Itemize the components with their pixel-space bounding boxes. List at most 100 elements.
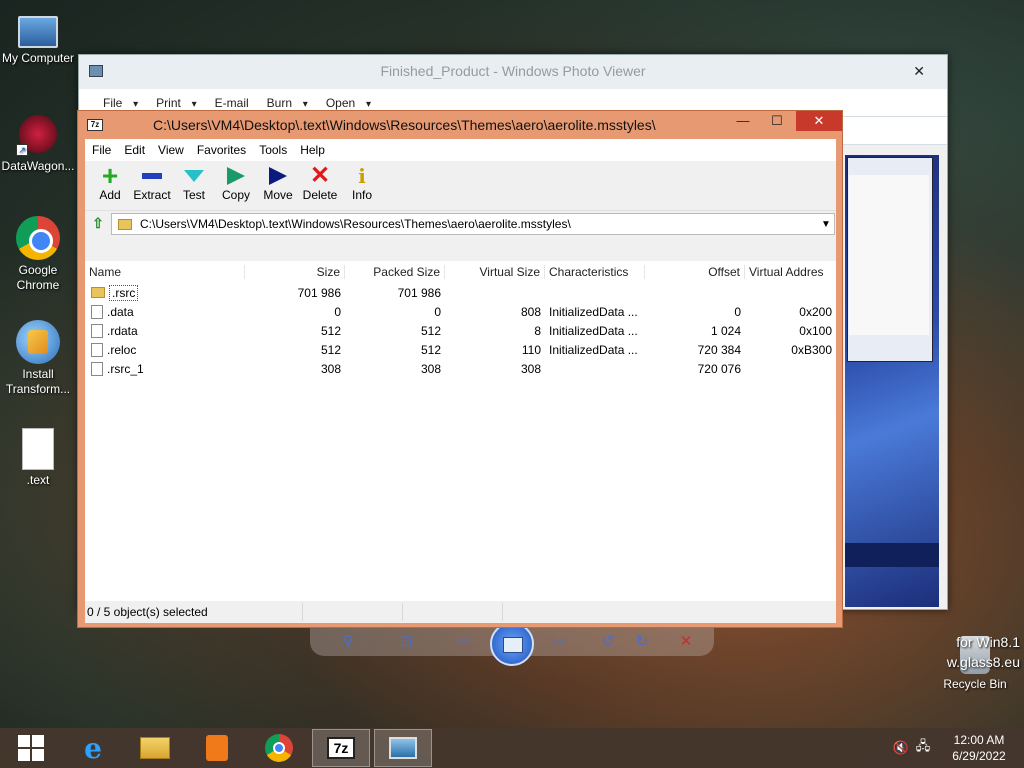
column-header-characteristics[interactable]: Characteristics xyxy=(545,264,645,279)
zoom-icon[interactable]: ⚲ xyxy=(338,632,358,652)
desktop-icon-label: Install Transform... xyxy=(5,367,71,396)
column-header-name[interactable]: Name xyxy=(85,264,245,279)
chevron-down-icon[interactable]: ▼ xyxy=(818,219,834,230)
slideshow-button[interactable] xyxy=(490,622,534,666)
close-icon[interactable]: ✕ xyxy=(913,55,925,87)
desktop-icon-install-transform[interactable]: Install Transform... xyxy=(0,320,76,397)
row-size: 512 xyxy=(320,342,341,357)
taskbar-media-player[interactable] xyxy=(186,728,248,768)
move-label: Move xyxy=(263,188,293,202)
menu-open[interactable]: Open xyxy=(326,96,371,110)
file-icon xyxy=(91,304,103,319)
chrome-icon xyxy=(16,216,60,260)
copy-button[interactable]: Copy xyxy=(215,161,257,210)
photo-viewer-titlebar[interactable]: Finished_Product - Windows Photo Viewer … xyxy=(79,55,947,89)
table-row[interactable]: .reloc 512 512 110 InitializedData ... 7… xyxy=(85,340,836,359)
info-button[interactable]: i Info xyxy=(341,161,383,210)
maximize-icon[interactable]: ☐ xyxy=(760,111,794,131)
row-offset: 1 024 xyxy=(710,323,741,338)
extract-button[interactable]: Extract xyxy=(131,161,173,210)
row-characteristics: InitializedData ... xyxy=(549,304,638,319)
status-section xyxy=(403,603,503,621)
menu-file[interactable]: File xyxy=(103,96,138,110)
column-header-packed-size[interactable]: Packed Size xyxy=(345,264,445,279)
taskbar-file-explorer[interactable] xyxy=(124,728,186,768)
photo-viewer-title: Finished_Product - Windows Photo Viewer xyxy=(380,63,646,79)
clock[interactable]: 12:00 AM 6/29/2022 xyxy=(934,732,1024,764)
column-header-size[interactable]: Size xyxy=(245,264,345,279)
windows-logo-icon xyxy=(18,735,44,761)
row-offset: 720 076 xyxy=(697,361,741,376)
table-row[interactable]: .rsrc 701 986 701 986 xyxy=(85,283,836,302)
table-row[interactable]: .rsrc_1 308 308 308 720 076 xyxy=(85,359,836,378)
photo-image xyxy=(845,155,939,607)
taskbar-google-chrome[interactable] xyxy=(248,728,310,768)
row-name: .rdata xyxy=(107,323,138,338)
test-label: Test xyxy=(182,188,205,202)
network-icon[interactable]: 🖧 xyxy=(912,737,934,759)
row-size: 701 986 xyxy=(297,285,341,300)
file-explorer-icon xyxy=(140,737,170,759)
menu-burn[interactable]: Burn xyxy=(267,96,308,110)
desktop-icon-label: DataWagon... xyxy=(1,159,75,173)
next-icon[interactable]: ⏭ xyxy=(550,632,570,652)
test-icon xyxy=(184,170,204,182)
minimize-icon[interactable]: — xyxy=(726,111,760,131)
address-text: C:\Users\VM4\Desktop\.text\Windows\Resou… xyxy=(140,217,571,231)
move-button[interactable]: Move xyxy=(257,161,299,210)
row-virtual-size: 8 xyxy=(534,323,541,338)
add-button[interactable]: + Add xyxy=(89,161,131,210)
sevenzip-window[interactable]: 7z C:\Users\VM4\Desktop\.text\Windows\Re… xyxy=(77,110,843,628)
up-folder-icon[interactable]: ⇧ xyxy=(85,213,111,235)
close-icon[interactable]: ✕ xyxy=(796,111,842,131)
menu-edit[interactable]: Edit xyxy=(124,143,145,157)
test-button[interactable]: Test xyxy=(173,161,215,210)
row-virtual-address: 0x100 xyxy=(799,323,832,338)
column-header-offset[interactable]: Offset xyxy=(645,264,745,279)
file-icon xyxy=(22,428,54,470)
rotate-left-icon[interactable]: ↺ xyxy=(598,632,618,652)
menu-print[interactable]: Print xyxy=(156,96,197,110)
rotate-right-icon[interactable]: ↻ xyxy=(632,632,652,652)
menu-email[interactable]: E-mail xyxy=(215,96,249,110)
desktop-icon-my-computer[interactable]: My Computer xyxy=(0,10,76,66)
address-bar: ⇧ C:\Users\VM4\Desktop\.text\Windows\Res… xyxy=(85,211,836,237)
table-row[interactable]: .data 0 0 808 InitializedData ... 0 0x20… xyxy=(85,302,836,321)
info-label: Info xyxy=(351,188,372,202)
table-row[interactable]: .rdata 512 512 8 InitializedData ... 1 0… xyxy=(85,321,836,340)
row-virtual-address: 0x200 xyxy=(799,304,832,319)
row-name: .rsrc xyxy=(109,284,139,301)
delete-icon[interactable]: ✕ xyxy=(676,632,696,652)
watermark-line: w.glass8.eu xyxy=(946,654,1020,670)
desktop-icon-google-chrome[interactable]: Google Chrome xyxy=(0,216,76,293)
taskbar-7zip[interactable]: 7z xyxy=(312,729,370,767)
column-header-virtual-size[interactable]: Virtual Size xyxy=(445,264,545,279)
taskbar: e 7z 🔇 🖧 12:00 AM 6/29/2022 xyxy=(0,728,1024,768)
taskbar-photo-viewer[interactable] xyxy=(374,729,432,767)
previous-icon[interactable]: ⏮ xyxy=(454,632,474,652)
shortcut-arrow-icon: ↗ xyxy=(16,144,28,156)
menu-tools[interactable]: Tools xyxy=(259,143,287,157)
sevenzip-titlebar[interactable]: 7z C:\Users\VM4\Desktop\.text\Windows\Re… xyxy=(78,111,842,139)
row-size: 308 xyxy=(320,361,341,376)
start-button[interactable] xyxy=(0,728,62,768)
desktop-icon-datawagon[interactable]: ↗ DataWagon... xyxy=(0,112,76,174)
system-tray: 🔇 🖧 12:00 AM 6/29/2022 xyxy=(890,728,1024,768)
photo-viewer-icon xyxy=(389,737,417,759)
menu-file[interactable]: File xyxy=(92,143,111,157)
menu-favorites[interactable]: Favorites xyxy=(197,143,246,157)
file-list[interactable]: Name Size Packed Size Virtual Size Chara… xyxy=(85,261,836,618)
sevenzip-menubar: File Edit View Favorites Tools Help xyxy=(85,139,836,161)
actual-size-icon[interactable]: ⊡ xyxy=(396,632,416,652)
clock-time: 12:00 AM xyxy=(953,733,1005,747)
taskbar-internet-explorer[interactable]: e xyxy=(62,728,124,768)
menu-help[interactable]: Help xyxy=(300,143,325,157)
address-input[interactable]: C:\Users\VM4\Desktop\.text\Windows\Resou… xyxy=(111,213,835,235)
volume-muted-icon[interactable]: 🔇 xyxy=(890,740,912,756)
desktop-icon-text-file[interactable]: .text xyxy=(0,428,76,488)
delete-button[interactable]: ✕ Delete xyxy=(299,161,341,210)
column-header-virtual-address[interactable]: Virtual Addres xyxy=(745,265,836,279)
move-icon xyxy=(269,167,287,185)
row-characteristics: InitializedData ... xyxy=(549,323,638,338)
menu-view[interactable]: View xyxy=(158,143,184,157)
